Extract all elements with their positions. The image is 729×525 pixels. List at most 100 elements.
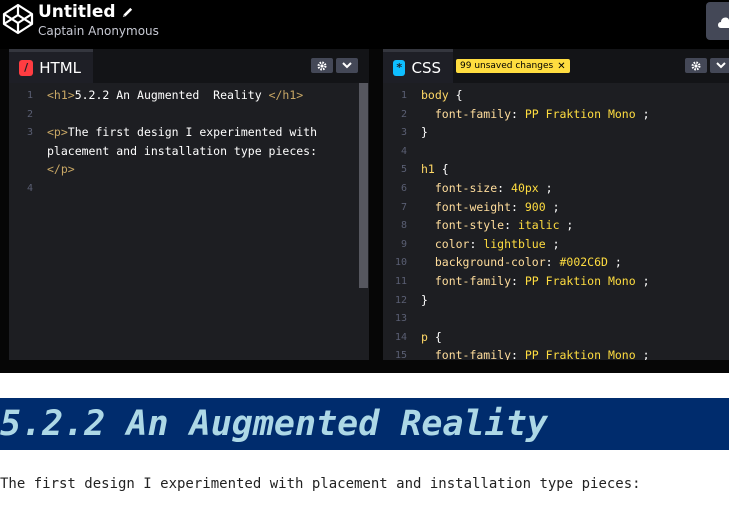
tab-html[interactable]: / HTML bbox=[9, 49, 93, 83]
code-line[interactable]: 8 font-style: italic ; bbox=[383, 216, 723, 235]
html-editor-pane: / HTML 1 <h1>5.2.2 An Augmented Reality <… bbox=[9, 49, 369, 360]
css-settings-button[interactable] bbox=[685, 58, 707, 73]
line-number: 11 bbox=[394, 276, 407, 287]
pane-resize-handle[interactable] bbox=[369, 49, 383, 360]
code-text: p { bbox=[421, 328, 442, 347]
html-tab-label: HTML bbox=[39, 58, 81, 77]
html-pane-header: / HTML bbox=[9, 49, 369, 83]
css-pane-header: * CSS 99 unsaved changes ✕ bbox=[383, 49, 729, 83]
code-token: h1 bbox=[421, 162, 435, 177]
css-code-editor[interactable]: 1 body {2 font-family: PP Fraktion Mono ;… bbox=[383, 83, 729, 360]
unsaved-changes-badge[interactable]: 99 unsaved changes ✕ bbox=[456, 59, 570, 73]
code-text: <h1>5.2.2 An Augmented Reality </h1> bbox=[47, 86, 303, 105]
html-collapse-button[interactable] bbox=[336, 58, 358, 73]
pen-title[interactable]: Untitled bbox=[38, 2, 116, 22]
code-line[interactable]: 13 bbox=[383, 309, 723, 328]
close-icon[interactable]: ✕ bbox=[557, 61, 565, 72]
code-text: font-weight: 900 ; bbox=[421, 198, 560, 217]
code-token: ; bbox=[635, 106, 650, 121]
chevron-down-icon bbox=[716, 62, 726, 69]
code-token: { bbox=[434, 162, 449, 177]
code-line[interactable]: </p> bbox=[9, 160, 349, 179]
line-number: 14 bbox=[394, 331, 407, 343]
line-number: 9 bbox=[400, 238, 407, 250]
code-line[interactable]: 1 body { bbox=[383, 86, 723, 105]
line-number: 13 bbox=[394, 313, 407, 325]
code-text: font-size: 40px ; bbox=[421, 179, 553, 198]
code-token: : bbox=[545, 255, 560, 270]
tab-css[interactable]: * CSS bbox=[383, 49, 453, 83]
code-token: #002C6D bbox=[559, 255, 608, 270]
code-token: ; bbox=[635, 274, 650, 288]
code-text: font-family: PP Fraktion Mono ; bbox=[421, 105, 650, 124]
code-line[interactable]: 12} bbox=[383, 291, 723, 310]
code-text: <p>The first design I experimented with bbox=[47, 123, 317, 142]
code-text: } bbox=[421, 123, 428, 142]
save-cloud-button[interactable] bbox=[706, 2, 729, 40]
edit-pencil-icon[interactable] bbox=[121, 6, 134, 19]
code-line[interactable]: 7 font-weight: 900 ; bbox=[383, 198, 723, 217]
line-number: 3 bbox=[26, 127, 33, 139]
css-tab-icon: * bbox=[393, 59, 406, 76]
line-number: 3 bbox=[400, 127, 407, 139]
code-token: : bbox=[511, 348, 525, 360]
code-token: body bbox=[421, 88, 449, 102]
code-token: The first design I experimented with bbox=[67, 125, 318, 140]
code-token: PP Fraktion Mono bbox=[524, 348, 636, 360]
code-token: 5.2.2 An Augmented Reality bbox=[74, 88, 269, 102]
code-text: </p> bbox=[47, 160, 75, 179]
code-token: ; bbox=[559, 218, 574, 233]
preview-paragraph: The first design I experimented with pla… bbox=[0, 476, 641, 492]
line-number: 2 bbox=[26, 108, 33, 120]
line-number: 6 bbox=[400, 183, 407, 194]
code-line[interactable]: 14 p { bbox=[383, 328, 723, 347]
code-token: { bbox=[427, 329, 442, 344]
css-collapse-button[interactable] bbox=[710, 58, 729, 73]
code-token: } bbox=[421, 292, 428, 307]
code-token: : bbox=[511, 106, 525, 121]
line-number: 1 bbox=[26, 90, 33, 101]
code-token: : bbox=[504, 218, 518, 233]
code-line[interactable]: 15 font-family: PP Fraktion Mono ; bbox=[383, 346, 723, 360]
code-token: font-weight bbox=[421, 199, 512, 214]
css-editor-pane: * CSS 99 unsaved changes ✕ 1 body {2 font… bbox=[383, 49, 729, 360]
code-token: font-family bbox=[421, 106, 512, 121]
code-line[interactable]: 9 color: lightblue ; bbox=[383, 235, 723, 254]
code-text: font-family: PP Fraktion Mono ; bbox=[421, 272, 650, 291]
code-line[interactable]: 4 bbox=[9, 179, 349, 198]
code-line[interactable]: 2 font-family: PP Fraktion Mono ; bbox=[383, 105, 723, 124]
code-line[interactable]: 6 font-size: 40px ; bbox=[383, 179, 723, 198]
code-token: ; bbox=[607, 255, 622, 270]
html-code-editor[interactable]: 1 <h1>5.2.2 An Augmented Reality </h1> 2 3 <… bbox=[9, 83, 369, 360]
author-name[interactable]: Captain Anonymous bbox=[38, 24, 159, 38]
code-line[interactable]: 3 <p>The first design I experimented with bbox=[9, 123, 349, 142]
code-token: placement and installation type pieces: bbox=[47, 143, 318, 158]
code-token: font-size bbox=[421, 181, 498, 195]
code-line[interactable]: placement and installation type pieces: bbox=[9, 142, 349, 161]
code-token: PP Fraktion Mono bbox=[524, 106, 636, 121]
codepen-logo-icon[interactable] bbox=[2, 3, 34, 35]
preview-heading: 5.2.2 An Augmented Reality bbox=[0, 398, 729, 450]
code-text: body { bbox=[421, 86, 463, 105]
line-number: 4 bbox=[26, 183, 33, 194]
code-text: font-family: PP Fraktion Mono ; bbox=[421, 346, 650, 360]
code-line[interactable]: 1 <h1>5.2.2 An Augmented Reality </h1> bbox=[9, 86, 349, 105]
code-token: background-color bbox=[421, 255, 546, 270]
line-number: 1 bbox=[400, 90, 407, 101]
code-token: italic bbox=[517, 218, 560, 233]
code-line[interactable]: 4 bbox=[383, 142, 723, 161]
code-line[interactable]: 5 h1 { bbox=[383, 160, 723, 179]
pen-title-row: Untitled bbox=[38, 1, 134, 23]
editor-preview-resizer[interactable] bbox=[0, 360, 729, 373]
html-settings-button[interactable] bbox=[311, 58, 333, 73]
code-token: ; bbox=[545, 236, 560, 251]
code-line[interactable]: 3} bbox=[383, 123, 723, 142]
line-number: 15 bbox=[394, 350, 407, 360]
code-token: : bbox=[511, 274, 525, 288]
code-line[interactable]: 2 bbox=[9, 105, 349, 124]
result-preview: 5.2.2 An Augmented Reality The first des… bbox=[0, 373, 729, 525]
code-line[interactable]: 10 background-color: #002C6D ; bbox=[383, 253, 723, 272]
code-text: font-style: italic ; bbox=[421, 216, 574, 235]
code-line[interactable]: 11 font-family: PP Fraktion Mono ; bbox=[383, 272, 723, 291]
html-editor-scrollbar[interactable] bbox=[359, 83, 368, 288]
